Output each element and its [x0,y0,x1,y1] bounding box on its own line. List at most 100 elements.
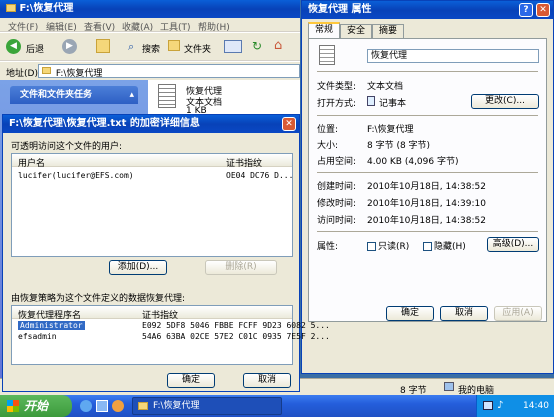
agent-row-thumb[interactable]: E092 5DF8 5046 FBBE FCFF 9D23 6082 5... [142,321,330,330]
search-button-label[interactable]: 搜索 [142,42,160,55]
my-computer-icon [444,382,454,391]
menu-edit[interactable]: 编辑(E) [46,20,77,33]
menu-view[interactable]: 查看(V) [84,20,115,33]
remove-button[interactable]: 删除(R) [205,260,277,275]
encrypt-cancel-button[interactable]: 取消 [243,373,291,388]
open-with-label: 打开方式: [317,99,357,109]
menu-file[interactable]: 文件(F) [8,20,38,33]
home-icon[interactable]: ⌂ [274,38,282,53]
users-header-name[interactable]: 用户名 [18,156,45,169]
agents-header-name[interactable]: 恢复代理程序名 [18,308,81,321]
text-file-icon [319,45,335,65]
explorer-titlebar: F:\恢复代理 [0,0,300,18]
close-button[interactable]: ✕ [536,3,550,17]
taskbar: 开始 F:\恢复代理 ♪ 14:40 [0,395,554,417]
modified-label: 修改时间: [317,199,357,209]
volume-icon[interactable]: ♪ [497,400,503,411]
refresh-icon[interactable]: ↻ [252,39,262,53]
text-file-icon[interactable] [158,84,176,108]
tab-general[interactable]: 常规 [308,22,340,38]
users-list[interactable]: 用户名 证书指纹 lucifer(lucifer@EFS.com) OE04 D… [11,153,293,257]
accessed-label: 访问时间: [317,216,357,226]
task-pane-title: 文件和文件夹任务 [20,90,93,100]
address-value: F:\恢复代理 [55,69,103,79]
folders-icon[interactable] [168,40,180,51]
task-pane-header[interactable]: 文件和文件夹任务 ▴ [10,86,138,104]
quicklaunch-ie-icon[interactable] [80,400,92,412]
help-button[interactable]: ? [519,3,533,17]
divider [317,231,538,232]
user-row-thumb[interactable]: OE04 DC76 D... [226,171,293,180]
encryption-titlebar: F:\恢复代理\恢复代理.txt 的加密详细信息 ✕ [3,115,299,133]
address-bar: 地址(D) F:\恢复代理 [0,62,300,80]
props-cancel-button[interactable]: 取消 [440,306,488,321]
address-label: 地址(D) [6,69,38,79]
address-input[interactable]: F:\恢复代理 [38,64,300,79]
users-header: 用户名 证书指纹 [12,154,292,169]
agents-list[interactable]: 恢复代理程序名 证书指纹 Administrator E092 5DF8 504… [11,305,330,365]
props-apply-button[interactable]: 应用(A) [494,306,542,321]
readonly-checkbox[interactable]: 只读(R) [367,239,409,252]
menu-help[interactable]: 帮助(H) [198,20,230,33]
modified-value: 2010年10月18日, 14:39:10 [367,199,486,209]
properties-titlebar: 恢复代理 属性 ? ✕ [302,1,553,19]
open-with-value: 记事本 [379,99,407,109]
folders-button-label[interactable]: 文件夹 [184,42,211,55]
agent-row-name[interactable]: Administrator [18,321,85,330]
advanced-button[interactable]: 高级(D)... [487,237,539,252]
size-label: 大小: [317,141,339,151]
quicklaunch-media-icon[interactable] [112,400,124,412]
search-icon[interactable]: ⌕ [128,40,134,54]
change-button[interactable]: 更改(C)... [471,94,539,109]
menu-tools[interactable]: 工具(T) [160,20,191,33]
clock: 14:40 [523,401,549,411]
tab-summary[interactable]: 摘要 [372,24,404,38]
taskbar-task-explorer[interactable]: F:\恢复代理 [132,397,282,415]
agents-label: 由恢复策略为这个文件定义的数据恢复代理: [11,294,186,304]
agent-row-name[interactable]: efsadmin [18,332,57,341]
encryption-dialog: F:\恢复代理\恢复代理.txt 的加密详细信息 ✕ 可透明访问这个文件的用户:… [2,114,330,392]
hidden-label: 隐藏(H) [434,242,466,252]
chevron-up-icon: ▴ [129,90,134,100]
close-button[interactable]: ✕ [282,117,296,131]
quicklaunch-desktop-icon[interactable] [96,400,108,412]
forward-icon[interactable]: ▶ [62,39,77,54]
attributes-label: 属性: [317,242,339,252]
windows-logo-icon [7,400,19,412]
encrypt-ok-button[interactable]: 确定 [167,373,215,388]
folder-icon [138,402,148,410]
agent-row-thumb[interactable]: 54A6 63BA 02CE 57E2 C01C 0935 7E5F 2... [142,332,330,341]
folder-icon [42,67,51,74]
back-button-label[interactable]: 后退 [26,42,44,55]
divider [317,115,538,116]
network-icon[interactable] [483,401,493,410]
back-icon[interactable]: ◀ [6,39,21,54]
encryption-title: F:\恢复代理\恢复代理.txt 的加密详细信息 [9,118,200,129]
start-button[interactable]: 开始 [0,395,72,417]
type-label: 文件类型: [317,82,357,92]
folder-icon [6,4,16,12]
general-panel: 恢复代理 文件类型: 文本文档 打开方式: 记事本 更改(C)... 位置: F… [308,38,547,322]
notepad-icon [367,96,375,106]
created-value: 2010年10月18日, 14:38:52 [367,182,486,192]
hidden-checkbox[interactable]: 隐藏(H) [423,239,466,252]
system-tray: ♪ 14:40 [476,395,554,417]
up-folder-icon[interactable] [96,39,110,53]
properties-dialog: 恢复代理 属性 ? ✕ 常规 安全 摘要 恢复代理 文件类型: 文本文档 打开方… [301,0,554,374]
location-label: 位置: [317,125,339,135]
task-label: F:\恢复代理 [153,401,200,411]
size-value: 8 字节 (8 字节) [367,141,431,151]
start-label: 开始 [24,399,49,413]
add-button[interactable]: 添加(D)... [109,260,167,275]
tab-security[interactable]: 安全 [340,24,372,38]
user-row-name[interactable]: lucifer(lucifer@EFS.com) [18,171,134,180]
agents-header-thumb[interactable]: 证书指纹 [142,308,178,321]
size-on-disk-label: 占用空间: [317,157,357,167]
users-header-thumb[interactable]: 证书指纹 [226,156,262,169]
menu-favorites[interactable]: 收藏(A) [122,20,153,33]
readonly-label: 只读(R) [378,242,410,252]
views-icon[interactable] [224,40,242,53]
props-ok-button[interactable]: 确定 [386,306,434,321]
file-name-input[interactable]: 恢复代理 [367,49,539,63]
explorer-title: F:\恢复代理 [19,3,74,14]
